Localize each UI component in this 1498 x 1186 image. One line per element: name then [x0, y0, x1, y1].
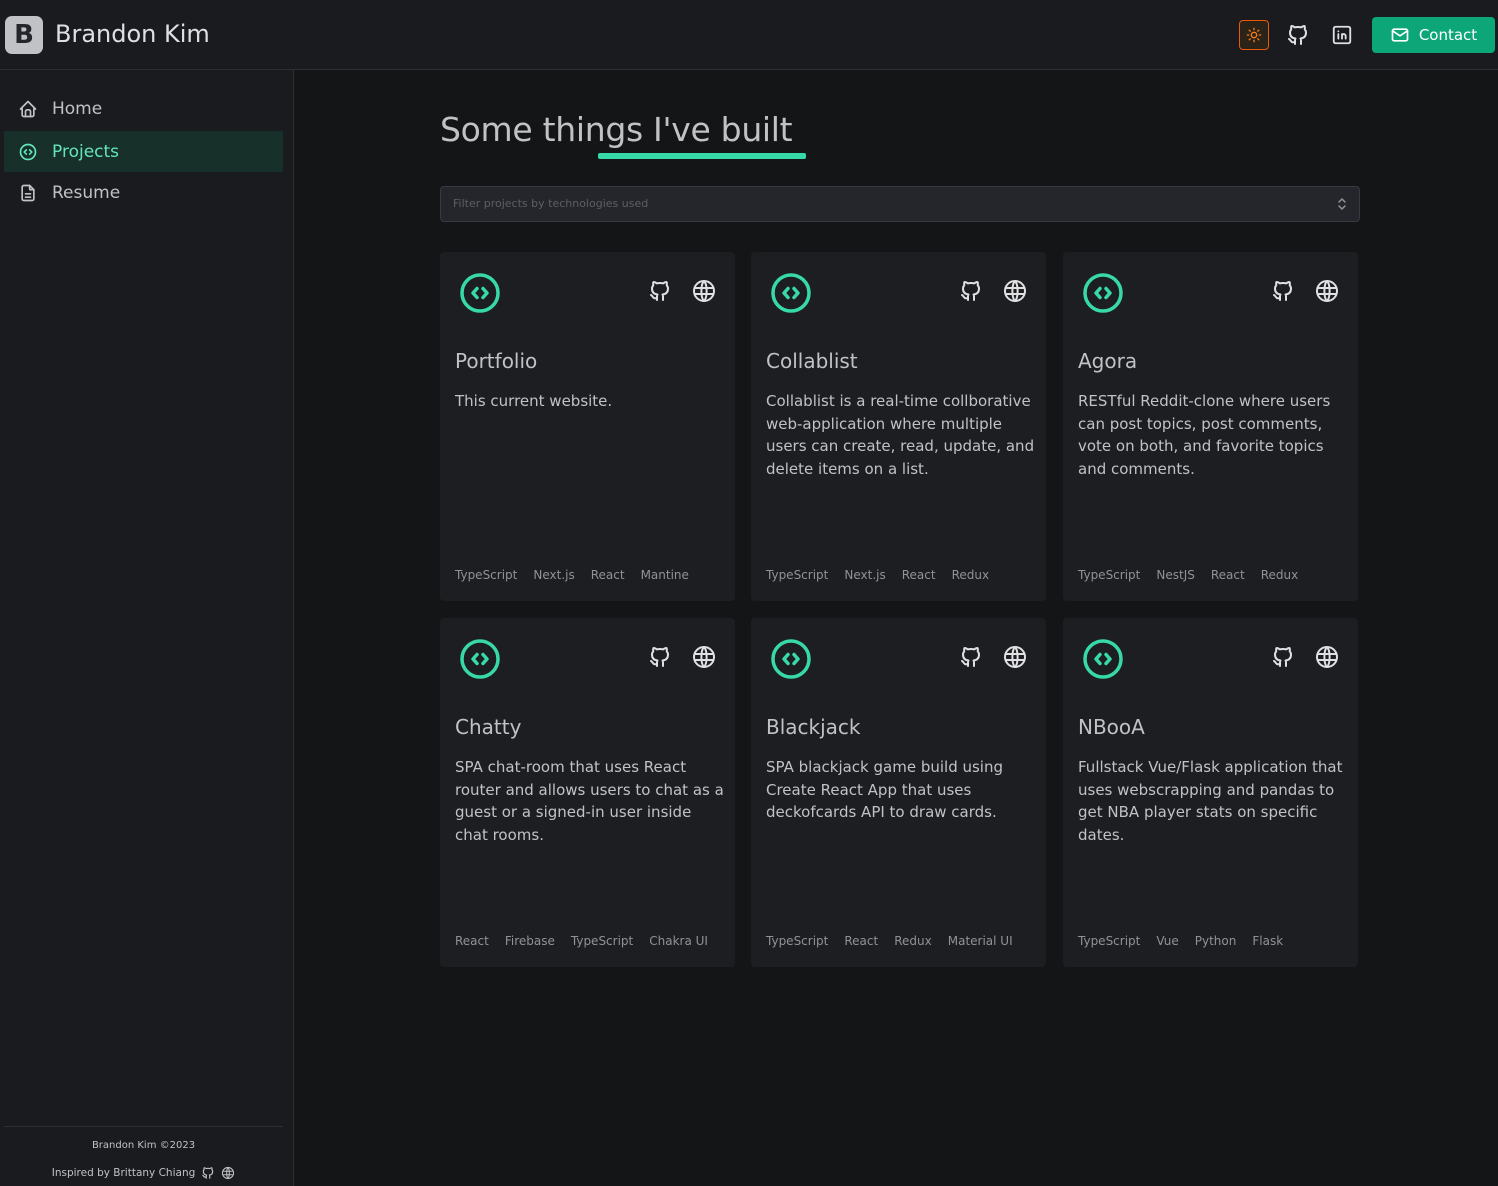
- project-title: Portfolio: [455, 349, 538, 373]
- github-icon: [1286, 23, 1310, 47]
- www-icon[interactable]: [221, 1166, 235, 1180]
- github-link[interactable]: [1283, 20, 1313, 50]
- tech-tag: TypeScript: [1078, 934, 1141, 948]
- tech-tag: Next.js: [844, 568, 886, 582]
- tech-tag: Redux: [894, 934, 932, 948]
- tech-tag: Python: [1194, 934, 1237, 948]
- tech-tag: React: [901, 568, 936, 582]
- project-title: Agora: [1078, 349, 1138, 373]
- sun-icon: [1246, 27, 1262, 43]
- contact-button[interactable]: Contact: [1372, 17, 1495, 53]
- tech-tag: React: [1210, 568, 1245, 582]
- tech-tag: Mantine: [640, 568, 689, 582]
- sidebar: Home Projects Resume Brandon Kim ©2023 I…: [0, 70, 294, 1186]
- project-title: Chatty: [455, 715, 522, 739]
- title-underline: [598, 153, 806, 159]
- brand-name[interactable]: Brandon Kim: [55, 17, 210, 51]
- inspired-by: Inspired by Brittany Chiang: [4, 1166, 283, 1180]
- sidebar-item-projects[interactable]: Projects: [4, 131, 283, 172]
- code-circle-icon: [770, 272, 812, 314]
- logo[interactable]: B: [5, 16, 43, 54]
- code-circle-icon: [1082, 272, 1124, 314]
- tech-tag: NestJS: [1156, 568, 1195, 582]
- www-icon[interactable]: [1003, 279, 1027, 303]
- sidebar-footer: Brandon Kim ©2023 Inspired by Brittany C…: [4, 1126, 283, 1180]
- code-circle-icon: [1082, 638, 1124, 680]
- tech-filter-select[interactable]: Filter projects by technologies used: [440, 186, 1360, 222]
- tech-tag: Chakra UI: [649, 934, 708, 948]
- tech-tag: Redux: [951, 568, 990, 582]
- tech-tags: TypeScript NestJS React Redux: [1078, 568, 1298, 582]
- filter-placeholder: Filter projects by technologies used: [453, 197, 649, 210]
- code-circle-icon: [459, 638, 501, 680]
- file-icon: [18, 183, 38, 203]
- tech-tag: Next.js: [533, 568, 575, 582]
- tech-tag: TypeScript: [766, 934, 829, 948]
- code-circle-icon: [459, 272, 501, 314]
- tech-tag: TypeScript: [455, 568, 518, 582]
- sidebar-item-label: Projects: [52, 141, 120, 162]
- github-icon[interactable]: [959, 645, 983, 669]
- tech-tags: TypeScript React Redux Material UI: [766, 934, 1013, 948]
- tech-tag: TypeScript: [570, 934, 634, 948]
- project-description: Collablist is a real-time collborative w…: [766, 392, 1035, 478]
- tech-tag: TypeScript: [1078, 568, 1141, 582]
- www-icon[interactable]: [1315, 279, 1339, 303]
- github-icon[interactable]: [959, 279, 983, 303]
- github-icon[interactable]: [648, 279, 672, 303]
- code-circle-icon: [18, 142, 38, 162]
- home-icon: [18, 99, 38, 119]
- tech-tags: TypeScript Vue Python Flask: [1078, 934, 1283, 948]
- project-card[interactable]: Agora RESTful Reddit-clone where users c…: [1063, 252, 1358, 601]
- chevron-up-down-icon: [1337, 197, 1347, 211]
- project-card[interactable]: Blackjack SPA blackjack game build using…: [751, 618, 1046, 967]
- tech-tag: Material UI: [947, 934, 1013, 948]
- sidebar-item-label: Home: [52, 98, 103, 119]
- sidebar-item-label: Resume: [52, 182, 121, 203]
- mail-icon: [1390, 25, 1410, 45]
- github-icon[interactable]: [1271, 645, 1295, 669]
- www-icon[interactable]: [692, 279, 716, 303]
- code-circle-icon: [770, 638, 812, 680]
- tech-tag: Flask: [1252, 934, 1284, 948]
- project-card[interactable]: NBooA Fullstack Vue/Flask application th…: [1063, 618, 1358, 967]
- project-title: NBooA: [1078, 715, 1145, 739]
- tech-tag: React: [844, 934, 879, 948]
- inspired-text[interactable]: Inspired by Brittany Chiang: [52, 1167, 196, 1179]
- github-icon[interactable]: [201, 1166, 215, 1180]
- project-card[interactable]: Portfolio This current website. TypeScri…: [440, 252, 735, 601]
- tech-tags: TypeScript Next.js React Mantine: [455, 568, 689, 582]
- www-icon[interactable]: [1315, 645, 1339, 669]
- page-title: Some things I've built: [440, 110, 793, 149]
- tech-tag: TypeScript: [766, 568, 829, 582]
- project-card[interactable]: Chatty SPA chat-room that uses React rou…: [440, 618, 735, 967]
- project-title: Blackjack: [766, 715, 861, 739]
- project-description: SPA blackjack game build using Create Re…: [766, 758, 1004, 821]
- sidebar-item-home[interactable]: Home: [4, 88, 283, 129]
- project-description: RESTful Reddit-clone where users can pos…: [1078, 392, 1331, 478]
- sidebar-item-resume[interactable]: Resume: [4, 172, 283, 213]
- tech-tag: React: [590, 568, 625, 582]
- contact-label: Contact: [1418, 26, 1478, 44]
- project-description: SPA chat-room that uses React router and…: [455, 758, 724, 844]
- tech-tag: Redux: [1260, 568, 1299, 582]
- theme-toggle-button[interactable]: [1239, 20, 1269, 50]
- github-icon[interactable]: [1271, 279, 1295, 303]
- tech-tag: Vue: [1156, 934, 1179, 948]
- app-header: B Brandon Kim Contact: [0, 0, 1498, 70]
- tech-tags: React Firebase TypeScript Chakra UI: [455, 934, 708, 948]
- tech-tag: Firebase: [504, 934, 555, 948]
- tech-tags: TypeScript Next.js React Redux: [766, 568, 989, 582]
- project-description: This current website.: [455, 392, 613, 410]
- copyright-text: Brandon Kim ©2023: [91, 1140, 196, 1151]
- tech-tag: React: [455, 934, 489, 948]
- www-icon[interactable]: [1003, 645, 1027, 669]
- linkedin-link[interactable]: [1327, 20, 1357, 50]
- project-title: Collablist: [766, 349, 858, 373]
- project-card[interactable]: Collablist Collablist is a real-time col…: [751, 252, 1046, 601]
- github-icon[interactable]: [648, 645, 672, 669]
- www-icon[interactable]: [692, 645, 716, 669]
- project-description: Fullstack Vue/Flask application that use…: [1078, 758, 1343, 844]
- linkedin-icon: [1331, 24, 1353, 46]
